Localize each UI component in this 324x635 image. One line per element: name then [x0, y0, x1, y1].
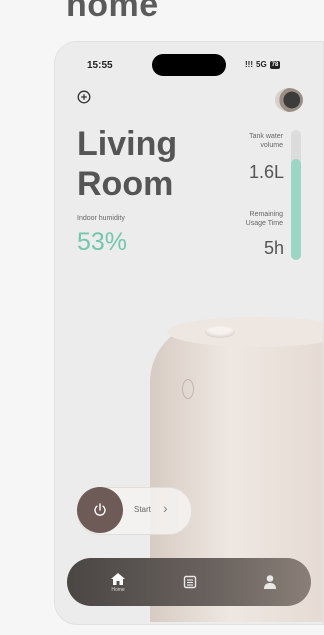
page-heading: home [66, 0, 159, 24]
remaining-value: 5h [263, 238, 284, 258]
bottom-nav: Home [67, 558, 311, 606]
home-icon [111, 572, 125, 585]
power-button[interactable] [77, 487, 123, 533]
tank-value: 1.6L [248, 162, 284, 182]
nav-item-profile[interactable] [255, 558, 285, 606]
tank-level-fill [291, 158, 301, 260]
remaining-label-line1: Remaining [249, 211, 283, 218]
add-icon[interactable] [77, 90, 91, 104]
status-indicators: !!! 5G 78 [245, 60, 281, 69]
network-label: 5G [256, 60, 267, 69]
status-time: 15:55 [87, 60, 113, 71]
remaining-label-line2: Usage Time [245, 220, 283, 227]
humidifier-handle [182, 379, 194, 399]
room-title-line2: Room [77, 165, 174, 203]
nav-item-list[interactable] [175, 558, 205, 606]
tank-level-gauge [291, 130, 301, 260]
room-title: Living Room [77, 124, 177, 204]
chevron-right-icon[interactable]: › [163, 500, 168, 516]
humidity-value: 53% [77, 228, 128, 256]
start-label: Start [134, 505, 151, 514]
tank-label-line1: Tank water [249, 133, 283, 140]
remaining-label: Remaining Usage Time [215, 210, 283, 228]
humidity-label: Indoor humidity [77, 215, 125, 222]
room-title-line1: Living [77, 125, 178, 163]
power-icon [94, 503, 106, 516]
signal-icon: !!! [245, 60, 253, 69]
dynamic-island [152, 54, 226, 76]
nav-home-label: Home [111, 586, 125, 593]
tank-label: Tank water volume [215, 132, 283, 150]
profile-icon [264, 575, 276, 589]
tank-label-line2: volume [260, 142, 283, 149]
humidifier-cap [205, 326, 235, 338]
battery-icon: 78 [269, 60, 281, 69]
avatar[interactable] [275, 88, 303, 112]
phone-screen: 15:55 !!! 5G 78 Living Room Indoor humid… [55, 42, 323, 624]
list-icon [183, 575, 197, 589]
nav-item-home[interactable]: Home [103, 558, 133, 606]
